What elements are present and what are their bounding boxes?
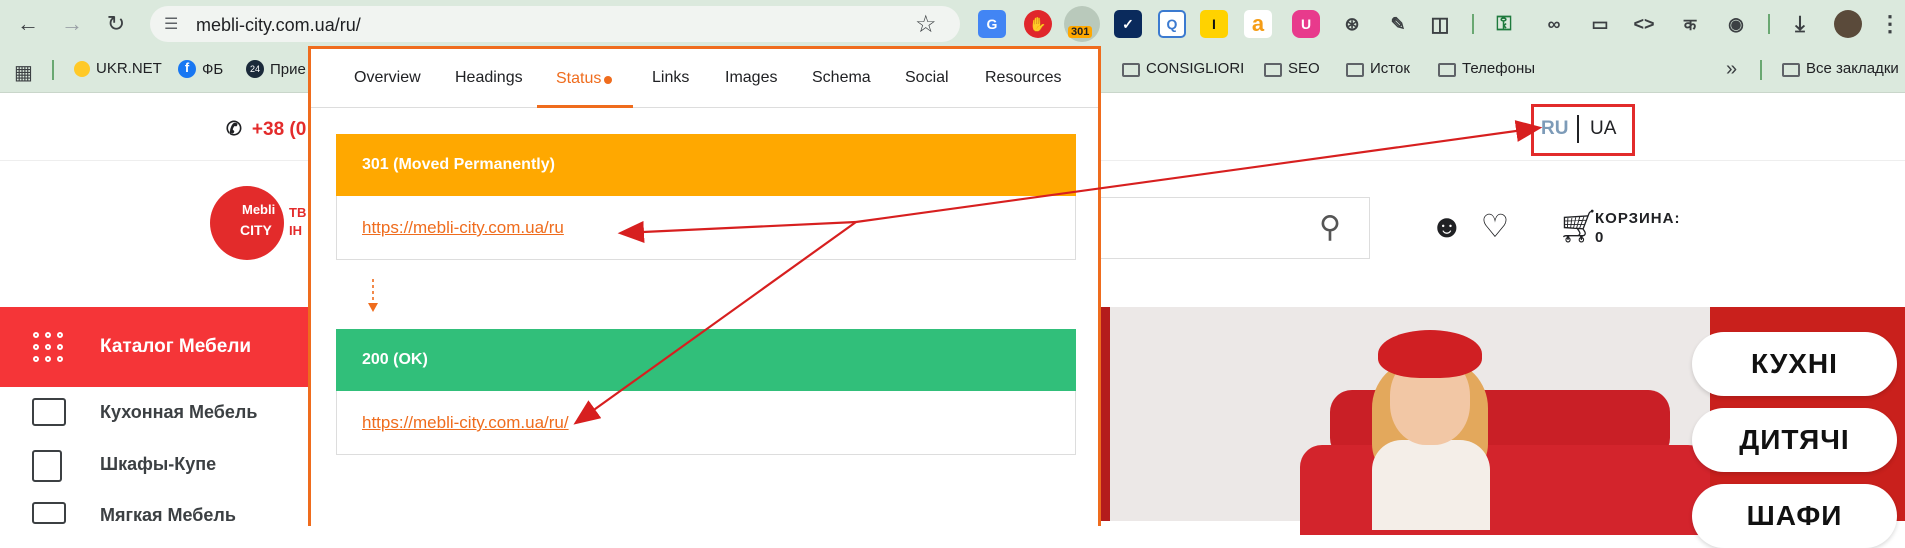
bookmark-folder-istok[interactable]: Исток [1346,60,1410,77]
bookmark-prie[interactable]: 24 Прие [246,60,306,78]
wifi-icon[interactable]: ⊛ [1338,10,1366,38]
tab-images[interactable]: Images [725,69,777,87]
apps-grid-icon[interactable]: ▦ [14,60,33,85]
more-bookmarks-icon[interactable]: » [1726,58,1737,81]
user-icon[interactable]: ☻ [1430,208,1464,244]
catalog-grid-icon [33,332,65,364]
phone-icon: ✆ [226,119,242,140]
bookmark-folder-consigliori[interactable]: CONSIGLIORI [1122,60,1244,77]
cart-count: 0 [1595,229,1604,246]
banner-pill-kids[interactable]: ДИТЯЧІ [1692,408,1897,472]
cart-label[interactable]: КОРЗИНА: [1595,210,1680,227]
check-icon[interactable]: ✓ [1114,10,1142,38]
menu-item-soft-furniture[interactable]: Мягкая Мебель [100,505,236,526]
wardrobe-icon [32,450,62,482]
banner-pill-kitchens[interactable]: КУХНІ [1692,332,1897,396]
folder-icon [1438,62,1456,77]
site-phone[interactable]: ✆ +38 (0 [226,118,306,141]
lang-ru-link[interactable]: RU [1541,118,1568,140]
redirect-badge: 301 [1068,26,1093,38]
bookmark-folder-all[interactable]: Все закладки [1782,60,1899,77]
folder-icon [1122,62,1140,77]
facebook-icon: f [178,60,196,78]
puzzle-icon[interactable]: ◫ [1426,10,1454,38]
url-text[interactable]: mebli-city.com.ua/ru/ [196,15,361,36]
status-200-url[interactable]: https://mebli-city.com.ua/ru/ [362,413,569,433]
bookmark-fb[interactable]: f ФБ [178,60,223,78]
ukrnet-icon [74,60,90,77]
bookmark-folder-seo[interactable]: SEO [1264,60,1320,77]
kitchen-icon [32,398,66,426]
lang-ua-link[interactable]: UA [1590,118,1616,140]
bookmark-ukrnet[interactable]: UKR.NET [74,60,162,77]
active-tab-underline [537,105,633,108]
code-icon[interactable]: <> [1630,10,1658,38]
sofa-seat-image [1300,445,1710,535]
menu-item-kitchen[interactable]: Кухонная Мебель [100,402,257,423]
header-icons: ☻ ♡ 🛒︎ [1430,207,1599,245]
site-info-icon[interactable]: ☰ [164,14,178,34]
catalog-label: Каталог Мебели [100,336,252,357]
devices-icon[interactable]: ▭ [1586,10,1614,38]
address-bar[interactable]: ☰ mebli-city.com.ua/ru/ ☆ [150,6,960,42]
cart-icon[interactable]: 🛒︎ [1558,208,1599,244]
tag-icon[interactable]: ✎ [1384,10,1412,38]
folder-icon [1346,62,1364,77]
tab-status[interactable]: Status [556,70,601,88]
tab-social[interactable]: Social [905,69,949,87]
bookmark-star-icon[interactable]: ☆ [915,10,937,39]
lang-divider [1577,115,1579,143]
avatar[interactable] [1834,10,1862,38]
status-301-header: 301 (Moved Permanently) [336,134,1076,196]
back-icon[interactable]: ← [14,10,42,38]
i-icon[interactable]: I [1200,10,1228,38]
logo-text-line2: CITY [240,222,272,238]
tab-resources[interactable]: Resources [985,69,1061,87]
panel-tabs [311,49,1098,108]
site24-icon: 24 [246,60,264,78]
banner-pill-wardrobes[interactable]: ШАФИ [1692,484,1897,548]
amazon-icon[interactable]: a [1244,10,1272,38]
redirect-arrow-icon [368,279,378,312]
redirect-checker-icon[interactable]: 301 [1064,6,1100,42]
banner-edge [1100,307,1110,521]
folder-icon [1264,62,1282,77]
u-icon[interactable]: U [1292,10,1320,38]
screenshot-icon[interactable]: ◉ [1722,10,1750,38]
model-body-image [1372,440,1490,530]
status-301-url[interactable]: https://mebli-city.com.ua/ru [362,218,564,238]
reload-icon[interactable]: ↻ [102,10,130,38]
translate-page-icon[interactable]: क [1676,10,1704,38]
menu-item-wardrobes[interactable]: Шкафы-Купе [100,454,216,475]
heart-icon[interactable]: ♡ [1481,208,1510,244]
browser-toolbar: ← → ↻ ☰ mebli-city.com.ua/ru/ ☆ G ✋ 301 … [0,0,1905,48]
adblock-icon[interactable]: ✋ [1024,10,1052,38]
bookmark-folder-phones[interactable]: Телефоны [1438,60,1535,77]
forward-icon[interactable]: → [58,10,86,38]
tab-schema[interactable]: Schema [812,69,871,87]
tab-headings[interactable]: Headings [455,69,523,87]
seo-icon[interactable]: Q [1158,10,1186,38]
menu-kebab-icon[interactable]: ⋮ [1876,10,1904,38]
link-icon[interactable]: ∞ [1540,10,1568,38]
status-indicator-dot [604,76,612,84]
folder-icon [1782,62,1800,77]
key-icon[interactable]: ⚿ [1490,10,1518,38]
tab-links[interactable]: Links [652,69,689,87]
model-hat-image [1378,330,1482,378]
download-icon[interactable]: ⤓ [1786,10,1814,38]
status-200-header: 200 (OK) [336,329,1076,391]
tab-overview[interactable]: Overview [354,69,421,87]
translate-icon[interactable]: G [978,10,1006,38]
logo-text-line1: Mebli [242,202,276,217]
search-icon[interactable]: ⚲ [1319,210,1341,245]
